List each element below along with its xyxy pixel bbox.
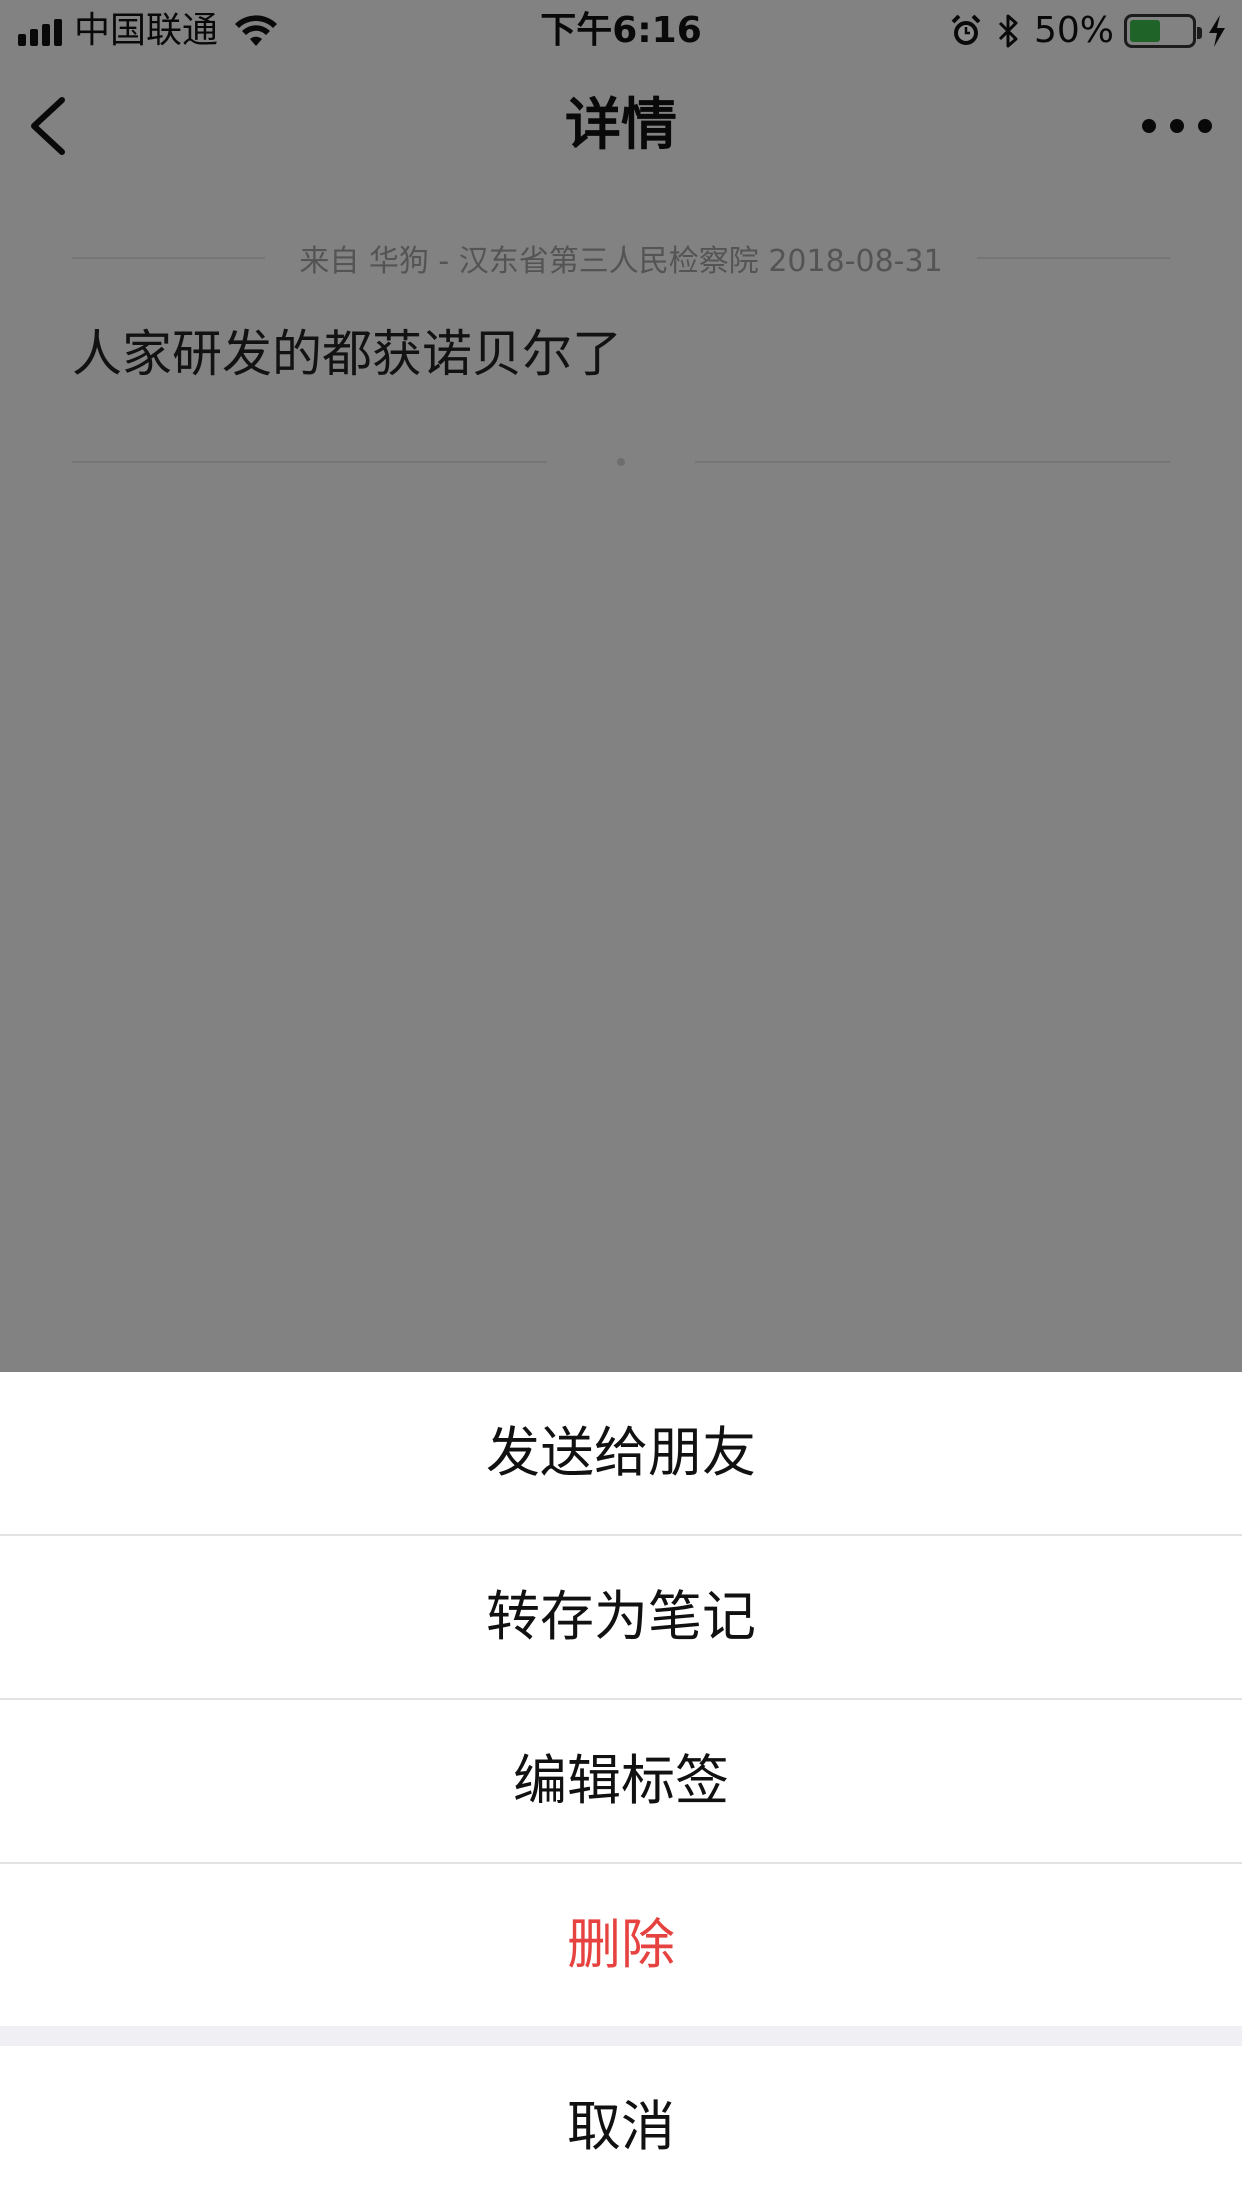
action-sheet: 发送给朋友 转存为笔记 编辑标签 删除 取消: [0, 1372, 1242, 2208]
edit-tags-button[interactable]: 编辑标签: [0, 1700, 1242, 1862]
screen: 中国联通 下午6:16 50% 详情 来自 华狗 - 汉东省第三人民检察院 20…: [0, 0, 1242, 2208]
save-as-note-button[interactable]: 转存为笔记: [0, 1536, 1242, 1698]
cancel-button[interactable]: 取消: [0, 2046, 1242, 2208]
send-to-friend-button[interactable]: 发送给朋友: [0, 1372, 1242, 1534]
delete-button[interactable]: 删除: [0, 1864, 1242, 2026]
